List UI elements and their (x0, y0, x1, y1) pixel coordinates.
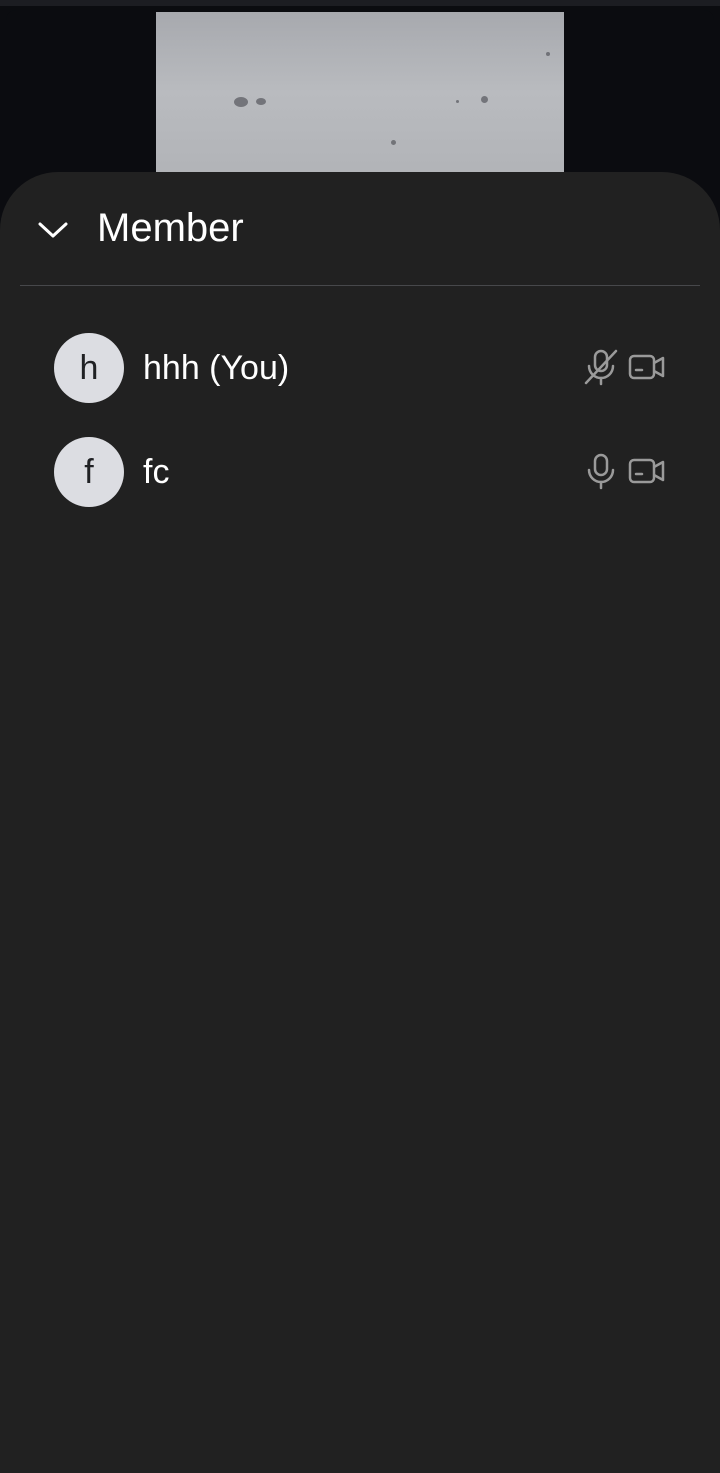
member-name: fc (143, 453, 170, 491)
member-name: hhh (You) (143, 349, 290, 387)
collapse-button[interactable] (30, 210, 76, 250)
video-camera-icon (628, 354, 665, 380)
sheet-title: Member (97, 206, 244, 250)
sheet-header: Member (0, 172, 720, 286)
member-row[interactable]: f fc (0, 426, 720, 516)
mic-status-button[interactable] (579, 448, 623, 494)
camera-status-button[interactable] (624, 448, 668, 494)
mic-status-button[interactable] (579, 344, 623, 390)
avatar: f (54, 437, 124, 507)
status-strip (0, 0, 720, 6)
divider (20, 285, 700, 286)
member-sheet: Member h hhh (You) f fc (0, 172, 720, 1473)
camera-status-button[interactable] (624, 344, 668, 390)
avatar: h (54, 333, 124, 403)
chevron-down-icon (38, 222, 68, 238)
mic-off-icon (584, 349, 618, 386)
member-row[interactable]: h hhh (You) (0, 322, 720, 412)
video-camera-icon (628, 458, 665, 484)
mic-icon (587, 453, 615, 490)
